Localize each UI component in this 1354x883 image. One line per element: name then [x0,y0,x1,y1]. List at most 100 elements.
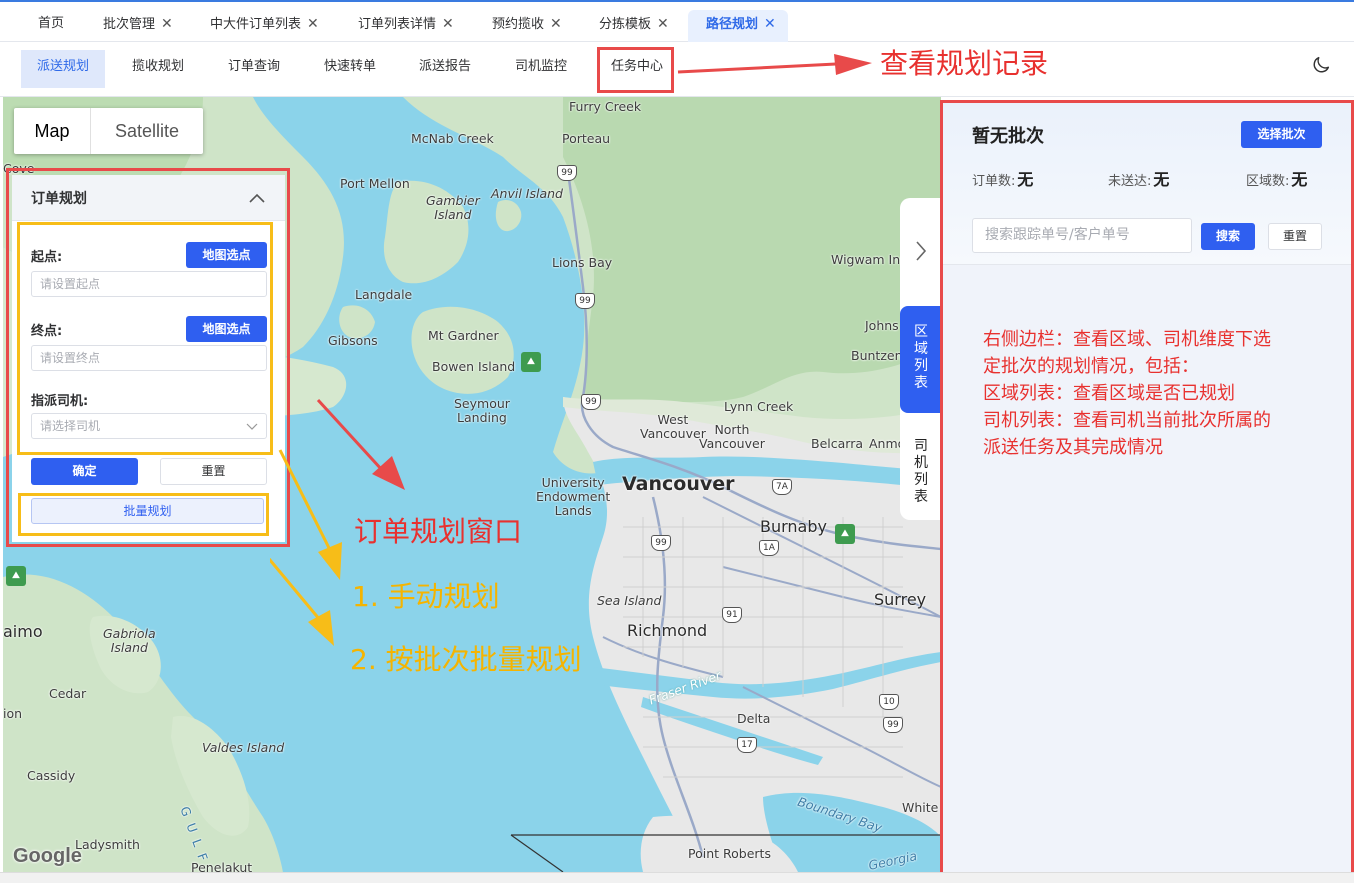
subnav-delivery-planning[interactable]: 派送规划 [21,50,106,88]
map-label: Valdes Island [202,740,285,755]
note-line: 区域列表：查看区域是否已规划 [983,383,1235,404]
annotation-batch: 2. 按批次批量规划 [350,643,582,676]
subnav-delivery-report[interactable]: 派送报告 [403,50,487,88]
annotation-box-manual [17,222,273,455]
annotation-box-task-center [597,47,674,93]
map-label: Mt Gardner [428,328,499,343]
tab-char: 列 [914,472,928,488]
map-label: Johns [865,318,899,333]
tab-label: 预约揽收 [492,17,545,32]
highway-shield: 10 [879,694,899,710]
moon-icon[interactable] [1310,54,1332,76]
map-type-control: Map Satellite [14,108,203,154]
map-label: Porteau [562,131,611,146]
tab-char: 域 [914,341,928,357]
close-icon[interactable]: ✕ [764,10,776,38]
close-icon[interactable]: ✕ [550,10,562,38]
map-label: ion [3,706,23,721]
annotation-task-center: 查看规划记录 [880,47,1049,80]
tab-sorting-template[interactable]: 分拣模板 ✕ [599,10,669,42]
map-label: Cedar [49,686,87,701]
highway-shield: 7A [772,479,792,495]
highway-shield: 1A [759,540,779,556]
close-icon[interactable]: ✕ [442,10,454,38]
tab-label: 中大件订单列表 [210,17,302,32]
map-label: Penelakut [191,860,253,872]
tab-char: 列 [914,358,928,374]
annotation-box-sidebar [940,100,1354,877]
park-icon: ⯅ [6,566,26,586]
close-icon[interactable]: ✕ [307,10,319,38]
map-label: Delta [737,711,771,726]
annotation-order-window: 订单规划窗口 [354,515,523,548]
tab-label: 订单列表详情 [358,17,437,32]
close-icon[interactable]: ✕ [161,10,173,38]
annotation-sidebar-note: 右侧边栏：查看区域、司机维度下选 定批次的规划情况，包括： 区域列表：查看区域是… [983,326,1271,461]
annotation-manual: 1. 手动规划 [352,580,500,613]
map-label: Wigwam Inn [831,252,909,267]
park-icon: ⯅ [835,524,855,544]
chevron-right-icon[interactable] [912,236,930,266]
map-label: Burnaby [760,517,827,536]
map-label: Gibsons [328,333,378,348]
google-logo: Google [13,845,82,867]
tab-char: 司 [914,438,928,454]
map-label: Cassidy [27,768,76,783]
tab-label: 批次管理 [103,17,156,32]
tab-driver-list[interactable]: 司 机 列 表 [900,420,942,520]
bottom-scrollbar[interactable] [0,872,1354,883]
map-label: White [902,800,939,815]
subnav-pickup-planning[interactable]: 揽收规划 [116,50,200,88]
tab-label: 分拣模板 [599,17,652,32]
map-label: Belcarra [811,436,863,451]
tab-label: 路径规划 [706,17,759,32]
highway-shield: 99 [883,717,903,733]
annotation-box-batch [18,493,269,536]
map-label: Anvil Island [491,186,563,201]
park-icon: ⯅ [521,352,541,372]
map-label: Gambier Island [426,193,480,222]
map-label: Gabriola Island [103,626,156,655]
tab-char: 机 [914,455,928,471]
map-label: North Vancouver [699,422,765,451]
subnav-order-query[interactable]: 订单查询 [212,50,296,88]
tab-char: 表 [914,375,928,391]
tab-char: 区 [914,324,928,340]
tab-batch-management[interactable]: 批次管理 ✕ [103,10,173,42]
tab-char: 表 [914,489,928,505]
note-line: 司机列表：查看司机当前批次所属的 [983,410,1271,431]
map-label: aimo [3,622,43,641]
highway-shield: 99 [575,293,595,309]
tab-label: 首页 [38,16,65,31]
map-label: Lynn Creek [724,399,794,414]
side-tabs: 区 域 列 表 司 机 列 表 [900,198,942,520]
note-line: 定批次的规划情况，包括： [983,356,1199,377]
subnav-driver-monitor[interactable]: 司机监控 [499,50,583,88]
tab-pickup-booking[interactable]: 预约揽收 ✕ [492,10,562,42]
map-label: Ladysmith [75,837,140,852]
note-line: 派送任务及其完成情况 [983,437,1163,458]
map-label: Lions Bay [552,255,613,270]
map-label: Surrey [874,590,927,609]
tab-home[interactable]: 首页 [38,10,64,42]
map-label: Furry Creek [569,99,642,114]
map-label: McNab Creek [411,131,494,146]
subnav-quick-transfer[interactable]: 快速转单 [308,50,392,88]
note-line: 右侧边栏：查看区域、司机维度下选 [983,329,1271,350]
map-label: Point Roberts [688,846,771,861]
map-label: Port Mellon [340,176,410,191]
close-icon[interactable]: ✕ [657,10,669,38]
annotation-arrow [677,54,872,75]
map-label: Bowen Island [432,359,516,374]
highway-shield: 91 [722,607,742,623]
highway-shield: 99 [557,165,577,181]
tab-bar: 首页 批次管理 ✕ 中大件订单列表 ✕ 订单列表详情 ✕ 预约揽收 ✕ 分拣模板 ✕ 路径… [0,0,1354,42]
tab-region-list[interactable]: 区 域 列 表 [900,306,942,413]
map-type-satellite-button[interactable]: Satellite [91,108,203,154]
tab-order-list-detail[interactable]: 订单列表详情 ✕ [358,10,454,42]
map-type-map-button[interactable]: Map [14,108,91,154]
tab-large-order-list[interactable]: 中大件订单列表 ✕ [210,10,319,42]
map-label: Buntzen [851,348,903,363]
map-label: Langdale [355,287,413,302]
tab-route-planning[interactable]: 路径规划 ✕ [688,10,788,42]
